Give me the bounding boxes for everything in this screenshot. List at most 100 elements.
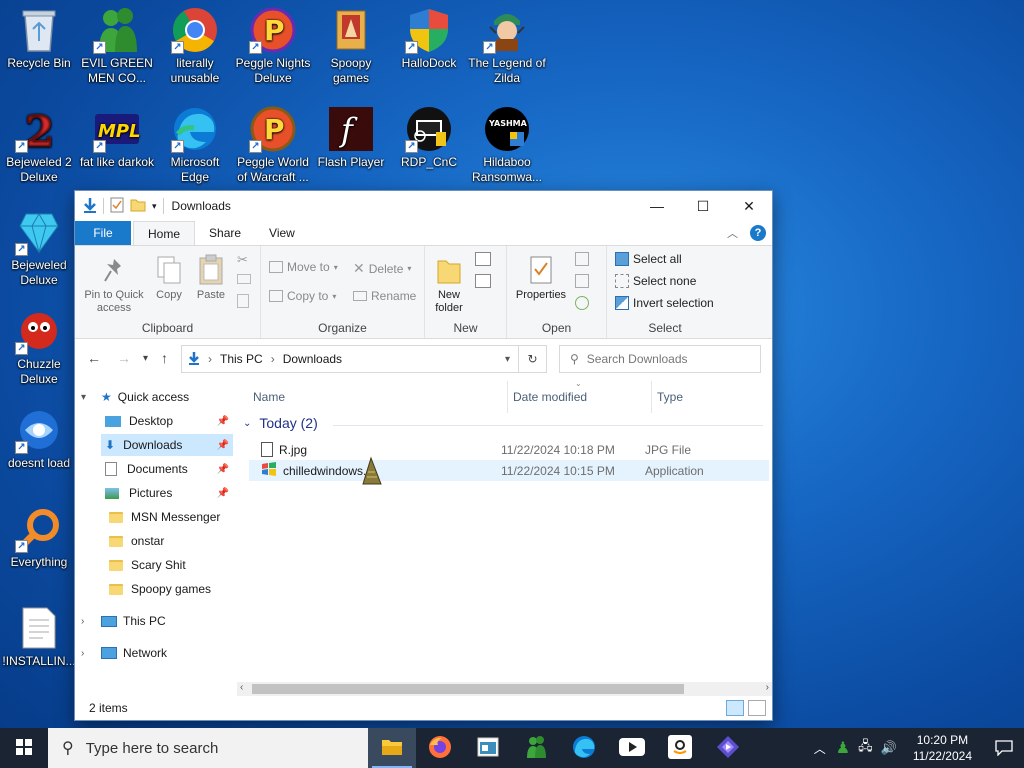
title-bar[interactable]: ▾ Downloads — ☐ ✕	[75, 191, 772, 221]
select-none-button[interactable]: Select none	[615, 274, 696, 288]
nav-quick-access[interactable]: ▾ ★ Quick access	[81, 386, 189, 408]
edit-icon[interactable]	[575, 274, 589, 288]
nav-this-pc[interactable]: › This PC	[81, 610, 166, 632]
recent-locations-chevron-icon[interactable]: ▾	[143, 353, 148, 364]
notification-icon[interactable]	[984, 728, 1024, 768]
expand-chevron-icon[interactable]: ›	[81, 616, 101, 627]
tab-file[interactable]: File	[75, 221, 131, 245]
desktop-icon-bejeweled-deluxe[interactable]: ↗ Bejeweled Deluxe	[0, 208, 78, 288]
network-icon[interactable]: 🖧	[854, 737, 877, 759]
breadcrumb-downloads[interactable]: Downloads	[283, 352, 342, 366]
paste-button[interactable]: Paste	[191, 254, 231, 302]
refresh-button[interactable]: ↻	[519, 345, 547, 373]
new-folder-button[interactable]: New folder	[427, 254, 471, 315]
clock[interactable]: 10:20 PM 11/22/2024	[901, 732, 984, 764]
column-header-name[interactable]: Name	[253, 381, 285, 413]
help-button[interactable]: ?	[750, 225, 766, 241]
desktop-icon-microsoft-edge[interactable]: ↗ Microsoft Edge	[156, 105, 234, 185]
horizontal-scrollbar[interactable]: ‹ ›	[237, 682, 772, 696]
desktop-icon-everything[interactable]: ↗ Everything	[0, 505, 78, 570]
desktop-icon-literally-unusable[interactable]: ↗ literally unusable	[156, 6, 234, 86]
nav-network[interactable]: › Network	[81, 642, 167, 664]
copy-to-button[interactable]: Copy to ▾	[269, 289, 336, 303]
file-explorer-window[interactable]: ▾ Downloads — ☐ ✕ File Home Share View ︿…	[74, 190, 773, 721]
desktop-icon-recycle-bin[interactable]: Recycle Bin	[0, 6, 78, 71]
desktop-icon-flash-player[interactable]: f Flash Player	[312, 105, 390, 170]
nav-item-pictures[interactable]: Pictures 📌	[105, 482, 233, 504]
taskbar-file-explorer[interactable]	[368, 728, 416, 768]
desktop-icon-hallodock[interactable]: ↗ HalloDock	[390, 6, 468, 71]
nav-item-downloads[interactable]: ⬇ Downloads 📌	[101, 434, 233, 456]
tab-home[interactable]: Home	[133, 221, 196, 245]
file-row-r-jpg[interactable]: R.jpg 11/22/2024 10:18 PM JPG File	[249, 439, 769, 460]
delete-button[interactable]: ✕ Delete ▾	[353, 260, 411, 277]
desktop-icon-peggle-nights[interactable]: P ↗ Peggle Nights Deluxe	[234, 6, 312, 86]
volume-icon[interactable]: 🔊	[877, 740, 901, 756]
rename-button[interactable]: Rename	[353, 289, 416, 303]
open-icon[interactable]	[575, 252, 589, 266]
cut-icon[interactable]: ✂	[237, 252, 248, 268]
file-row-chilledwindows[interactable]: chilledwindows.e 11/22/2024 10:15 PM App…	[249, 456, 769, 485]
taskbar-search-input[interactable]: ⚲ Type here to search	[48, 728, 368, 768]
large-icons-view-icon[interactable]	[748, 700, 766, 716]
properties-button[interactable]: Properties	[511, 254, 571, 302]
easy-access-icon[interactable]	[475, 274, 491, 288]
taskbar-edge[interactable]	[560, 728, 608, 768]
copy-path-icon[interactable]	[237, 274, 251, 284]
up-arrow-icon[interactable]: ↑	[161, 350, 168, 366]
tab-view[interactable]: View	[255, 221, 309, 245]
move-to-button[interactable]: Move to ▾	[269, 260, 338, 274]
nav-item-onstar[interactable]: onstar	[109, 530, 164, 552]
nav-item-documents[interactable]: Documents 📌	[105, 458, 233, 480]
nav-item-spoopy-games[interactable]: Spoopy games	[109, 578, 211, 600]
taskbar-youtube[interactable]	[608, 728, 656, 768]
history-icon[interactable]	[575, 296, 589, 310]
column-header-type[interactable]: Type	[657, 381, 683, 413]
desktop-icon-legend-of-zilda[interactable]: ↗ The Legend of Zilda	[468, 6, 546, 86]
invert-selection-button[interactable]: Invert selection	[615, 296, 714, 310]
nav-item-desktop[interactable]: Desktop 📌	[105, 410, 233, 432]
pin-to-quick-access-button[interactable]: Pin to Quick access	[81, 254, 147, 315]
desktop-icon-evil-green-men[interactable]: ↗ EVIL GREEN MEN CO...	[78, 6, 156, 86]
nav-item-scary-shit[interactable]: Scary Shit	[109, 554, 186, 576]
nav-item-msn-messenger[interactable]: MSN Messenger	[109, 506, 220, 528]
taskbar-green-men[interactable]	[512, 728, 560, 768]
back-arrow-icon[interactable]: ←	[87, 350, 101, 366]
desktop-icon-chuzzle-deluxe[interactable]: ↗ Chuzzle Deluxe	[0, 307, 78, 387]
copy-button[interactable]: Copy	[147, 254, 191, 302]
new-folder-icon[interactable]	[130, 198, 146, 215]
desktop-icon-fat-like-darkok[interactable]: MPL ↗ fat like darkok	[78, 105, 156, 170]
address-bar[interactable]: › This PC › Downloads ▾	[181, 345, 519, 373]
expand-chevron-icon[interactable]: ›	[81, 648, 101, 659]
desktop-icon-peggle-world-of-warcraft[interactable]: P ↗ Peggle World of Warcraft ...	[234, 105, 312, 185]
collapse-group-chevron-icon[interactable]: ⌄	[243, 418, 251, 429]
desktop-icon-spoopy-games[interactable]: Spoopy games	[312, 6, 390, 86]
forward-arrow-icon[interactable]: →	[117, 350, 131, 366]
minimize-button[interactable]: —	[634, 191, 680, 221]
properties-check-icon[interactable]	[110, 197, 124, 216]
expand-chevron-icon[interactable]: ▾	[81, 392, 101, 403]
address-dropdown-icon[interactable]: ▾	[505, 354, 510, 365]
tray-app-icon[interactable]: ♟	[832, 738, 854, 758]
scrollbar-thumb[interactable]	[252, 684, 684, 694]
scroll-left-icon[interactable]: ‹	[240, 682, 243, 693]
new-item-icon[interactable]	[475, 252, 491, 266]
close-button[interactable]: ✕	[726, 191, 772, 221]
scroll-right-icon[interactable]: ›	[766, 682, 769, 693]
desktop-icon-doesnt-load[interactable]: ↗ doesnt load	[0, 406, 78, 471]
down-arrow-icon[interactable]	[83, 197, 97, 216]
taskbar-copilot[interactable]	[704, 728, 752, 768]
desktop-icon-bejeweled-2[interactable]: 2 ↗ Bejeweled 2 Deluxe	[0, 105, 78, 185]
maximize-button[interactable]: ☐	[680, 191, 726, 221]
select-all-button[interactable]: Select all	[615, 252, 682, 266]
details-view-icon[interactable]	[726, 700, 744, 716]
taskbar-firefox[interactable]	[416, 728, 464, 768]
show-hidden-icons-chevron-icon[interactable]: ︿	[808, 740, 832, 757]
customize-dropdown-icon[interactable]: ▾	[152, 201, 157, 212]
breadcrumb-this-pc[interactable]: This PC	[220, 352, 263, 366]
desktop-icon-hildaboo-ransomware[interactable]: YASHMA Hildaboo Ransomwa...	[468, 105, 546, 185]
taskbar-amazon[interactable]	[656, 728, 704, 768]
desktop-icon-installing[interactable]: !INSTALLIN...	[0, 604, 78, 669]
start-button[interactable]	[0, 728, 48, 768]
paste-shortcut-icon[interactable]	[237, 294, 249, 308]
